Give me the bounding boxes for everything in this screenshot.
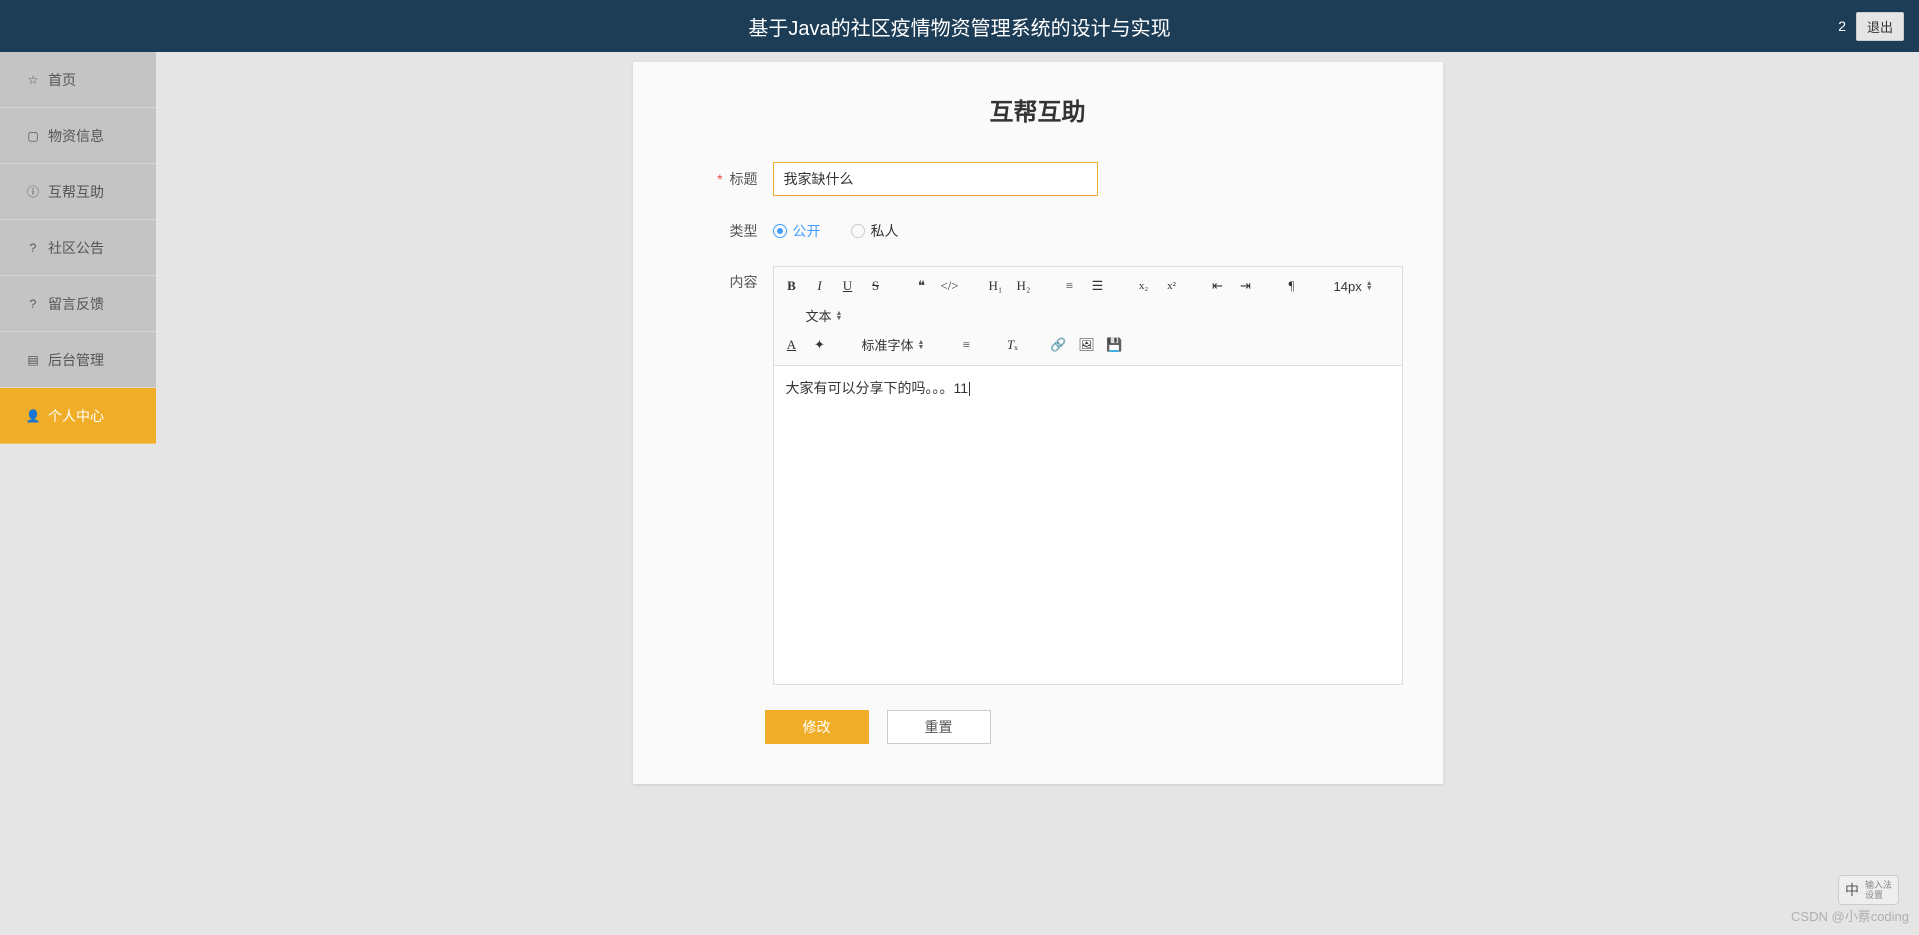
- text-cursor: [969, 382, 970, 396]
- user-icon: 👤: [26, 409, 40, 423]
- radio-public[interactable]: 公开: [773, 221, 821, 241]
- text-color-icon[interactable]: A: [782, 335, 802, 355]
- sidebar-item-admin[interactable]: ▤ 后台管理: [0, 332, 156, 388]
- title-input[interactable]: [773, 162, 1098, 196]
- editor-content: 大家有可以分享下的吗。。。11: [786, 378, 1390, 398]
- content-label: 内容: [673, 266, 773, 292]
- submit-button[interactable]: 修改: [765, 710, 869, 744]
- title-label: * 标题: [673, 169, 773, 189]
- rich-editor: B I U S ❝ </> H₁ H₂ ≡ ☰ x₂: [773, 266, 1403, 685]
- clear-format-icon[interactable]: Tₓ: [1002, 335, 1022, 355]
- h1-icon[interactable]: H₁: [986, 276, 1006, 296]
- superscript-icon[interactable]: x²: [1162, 276, 1182, 296]
- sidebar-item-label: 首页: [48, 70, 76, 90]
- strikethrough-icon[interactable]: S: [866, 276, 886, 296]
- main-content: 互帮互助 * 标题 类型 公开 私人 内容: [156, 52, 1919, 824]
- user-indicator: 2: [1838, 18, 1846, 34]
- save-icon[interactable]: 💾: [1104, 335, 1124, 355]
- link-icon[interactable]: 🔗: [1048, 335, 1068, 355]
- editor-body[interactable]: 大家有可以分享下的吗。。。11: [773, 365, 1403, 685]
- ime-indicator: 中 输入法设置: [1838, 875, 1899, 905]
- header: 基于Java的社区疫情物资管理系统的设计与实现 2 退出: [0, 0, 1919, 52]
- file-icon: ▤: [26, 353, 40, 367]
- code-icon[interactable]: </>: [940, 276, 960, 296]
- indent-increase-icon[interactable]: ⇥: [1236, 276, 1256, 296]
- sort-icon: ▲▼: [918, 340, 925, 350]
- star-icon: ☆: [26, 73, 40, 87]
- required-asterisk: *: [717, 171, 722, 187]
- subscript-icon[interactable]: x₂: [1134, 276, 1154, 296]
- form-row-content: 内容 B I U S ❝ </> H₁ H₂ ≡: [673, 266, 1403, 685]
- radio-icon: [773, 224, 787, 238]
- ime-detail: 输入法设置: [1865, 880, 1892, 900]
- type-label: 类型: [673, 221, 773, 241]
- quote-icon[interactable]: ❝: [912, 276, 932, 296]
- watermark: CSDN @小蔡coding: [1791, 906, 1909, 925]
- form-row-title: * 标题: [673, 162, 1403, 196]
- header-right: 2 退出: [1838, 12, 1904, 41]
- reset-button[interactable]: 重置: [887, 710, 991, 744]
- italic-icon[interactable]: I: [810, 276, 830, 296]
- help-icon: ?: [26, 241, 40, 255]
- image-icon[interactable]: 🖼: [1076, 335, 1096, 355]
- indent-decrease-icon[interactable]: ⇤: [1208, 276, 1228, 296]
- sidebar-item-help[interactable]: ⓘ 互帮互助: [0, 164, 156, 220]
- radio-icon: [851, 224, 865, 238]
- radio-label-private: 私人: [871, 221, 899, 241]
- form-row-type: 类型 公开 私人: [673, 221, 1403, 241]
- logout-button[interactable]: 退出: [1856, 12, 1904, 41]
- sidebar-item-label: 留言反馈: [48, 294, 104, 314]
- sidebar-item-profile[interactable]: 👤 个人中心: [0, 388, 156, 444]
- bg-color-icon[interactable]: ✦: [810, 335, 830, 355]
- unordered-list-icon[interactable]: ☰: [1088, 276, 1108, 296]
- package-icon: ▢: [26, 129, 40, 143]
- sidebar-item-announcement[interactable]: ? 社区公告: [0, 220, 156, 276]
- ordered-list-icon[interactable]: ≡: [1060, 276, 1080, 296]
- sidebar-item-label: 社区公告: [48, 238, 104, 258]
- font-family-select[interactable]: 标准字体 ▲▼: [856, 333, 931, 356]
- sidebar-item-label: 互帮互助: [48, 182, 104, 202]
- ime-lang: 中: [1845, 880, 1859, 900]
- editor-toolbar: B I U S ❝ </> H₁ H₂ ≡ ☰ x₂: [773, 266, 1403, 365]
- sidebar-item-feedback[interactable]: ? 留言反馈: [0, 276, 156, 332]
- radio-label-public: 公开: [793, 221, 821, 241]
- align-icon[interactable]: ≡: [956, 335, 976, 355]
- sidebar-item-materials[interactable]: ▢ 物资信息: [0, 108, 156, 164]
- form-title: 互帮互助: [673, 92, 1403, 127]
- sidebar: ☆ 首页 ▢ 物资信息 ⓘ 互帮互助 ? 社区公告 ? 留言反馈 ▤ 后台管理 …: [0, 52, 156, 935]
- underline-icon[interactable]: U: [838, 276, 858, 296]
- h2-icon[interactable]: H₂: [1014, 276, 1034, 296]
- sort-icon: ▲▼: [1366, 281, 1373, 291]
- header-title: 基于Java的社区疫情物资管理系统的设计与实现: [748, 12, 1170, 41]
- bold-icon[interactable]: B: [782, 276, 802, 296]
- type-radio-group: 公开 私人: [773, 221, 899, 241]
- button-row: 修改 重置: [673, 710, 1403, 744]
- direction-icon[interactable]: ¶: [1282, 276, 1302, 296]
- sidebar-item-label: 后台管理: [48, 350, 104, 370]
- sort-icon: ▲▼: [836, 311, 843, 321]
- sidebar-item-home[interactable]: ☆ 首页: [0, 52, 156, 108]
- help-icon: ?: [26, 297, 40, 311]
- form-container: 互帮互助 * 标题 类型 公开 私人 内容: [633, 62, 1443, 784]
- info-icon: ⓘ: [26, 185, 40, 199]
- sidebar-item-label: 物资信息: [48, 126, 104, 146]
- text-format-select[interactable]: 文本 ▲▼: [800, 304, 849, 327]
- sidebar-item-label: 个人中心: [48, 406, 104, 426]
- radio-private[interactable]: 私人: [851, 221, 899, 241]
- font-size-select[interactable]: 14px ▲▼: [1328, 277, 1379, 296]
